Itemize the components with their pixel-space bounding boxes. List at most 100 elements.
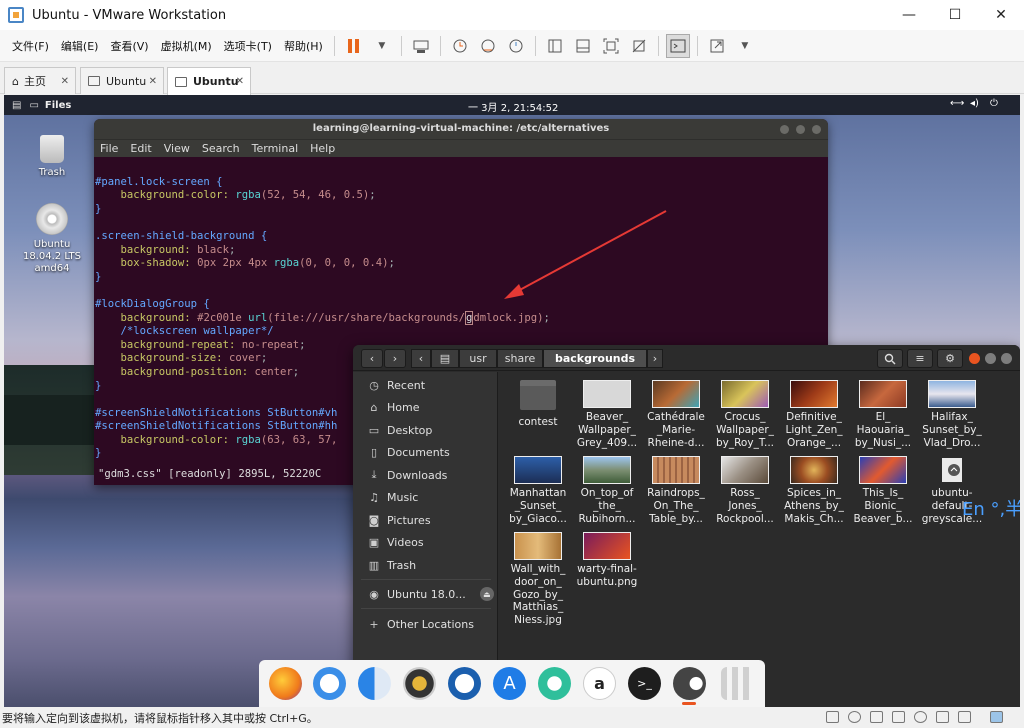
crumb-backgrounds[interactable]: backgrounds bbox=[543, 349, 647, 368]
close-window-icon[interactable] bbox=[969, 353, 980, 364]
view-list-button[interactable]: ≡ bbox=[907, 349, 933, 368]
file-item[interactable]: Cathédrale _Marie- Rheine-d... bbox=[643, 380, 709, 449]
terminal-menu-help[interactable]: Help bbox=[310, 142, 335, 155]
terminal-menu-view[interactable]: View bbox=[164, 142, 190, 155]
maximize-window-icon[interactable] bbox=[1001, 353, 1012, 364]
thumbnail-bar-icon[interactable] bbox=[571, 34, 595, 58]
activities-icon[interactable]: ▤ bbox=[12, 100, 21, 111]
back-button[interactable]: ‹ bbox=[361, 349, 383, 368]
file-item[interactable]: Raindrops_ On_The_ Table_by... bbox=[643, 456, 709, 525]
software-icon[interactable] bbox=[538, 667, 571, 700]
crumb-share[interactable]: share bbox=[497, 349, 543, 368]
terminal-menu-edit[interactable]: Edit bbox=[130, 142, 151, 155]
tab-home[interactable]: ⌂ 主页 ✕ bbox=[4, 67, 76, 94]
file-item[interactable]: Halifax_ Sunset_by_ Vlad_Dro... bbox=[919, 380, 985, 449]
maximize-icon[interactable] bbox=[796, 125, 805, 134]
file-item[interactable]: On_top_of _the_ Rubihorn... bbox=[574, 456, 640, 525]
topbar-volume-icon[interactable]: ◂) bbox=[970, 98, 979, 109]
ime-indicator[interactable]: En °,半 bbox=[962, 495, 1020, 521]
terminal-menu-file[interactable]: File bbox=[100, 142, 118, 155]
console-view-icon[interactable] bbox=[665, 33, 690, 58]
minimize-window-icon[interactable] bbox=[985, 353, 996, 364]
forward-button[interactable]: › bbox=[384, 349, 406, 368]
fit-guest-icon[interactable] bbox=[599, 34, 623, 58]
menu-vm[interactable]: 虚拟机(M) bbox=[155, 38, 218, 54]
sidebar-item-pictures[interactable]: ◙ Pictures bbox=[353, 510, 498, 530]
sound-card-icon[interactable] bbox=[914, 711, 927, 723]
file-item[interactable]: Beaver_ Wallpaper_ Grey_409... bbox=[574, 380, 640, 449]
close-icon[interactable]: ✕ bbox=[61, 76, 69, 87]
crumb-left-arrow[interactable]: ‹ bbox=[411, 349, 431, 368]
sidebar-item-home[interactable]: ⌂ Home bbox=[353, 397, 498, 417]
file-item[interactable]: This_Is_ Bionic_ Beaver_b... bbox=[850, 456, 916, 525]
close-icon[interactable]: ✕ bbox=[236, 76, 244, 87]
autofit-off-icon[interactable] bbox=[627, 34, 651, 58]
display-icon[interactable] bbox=[958, 711, 971, 723]
sidebar-toggle-icon[interactable] bbox=[543, 34, 567, 58]
close-icon[interactable]: ✕ bbox=[149, 76, 157, 87]
crumb-right-arrow[interactable]: › bbox=[647, 349, 663, 368]
sidebar-item-videos[interactable]: ▣ Videos bbox=[353, 532, 498, 552]
usb-controller-icon[interactable] bbox=[892, 711, 905, 723]
file-item[interactable]: warty-final- ubuntu.png bbox=[574, 532, 640, 589]
finder-icon[interactable] bbox=[358, 667, 391, 700]
chevron-down-icon[interactable]: ▼ bbox=[733, 34, 757, 58]
chevron-down-icon[interactable]: ▼ bbox=[370, 34, 394, 58]
eject-icon[interactable]: ⏏ bbox=[479, 587, 494, 601]
file-item[interactable]: Manhattan _Sunset_ by_Giaco... bbox=[505, 456, 571, 525]
vm-display[interactable]: ▤ ▭ Files 一 3月 2, 21:54:52 ⟷ ◂) ⏻ Trash … bbox=[4, 95, 1020, 707]
desktop-dvd[interactable]: Ubuntu 18.04.2 LTS amd64 bbox=[22, 203, 82, 275]
menu-tabs[interactable]: 选项卡(T) bbox=[218, 38, 278, 54]
menu-help[interactable]: 帮助(H) bbox=[278, 38, 329, 54]
menu-view[interactable]: 查看(V) bbox=[104, 38, 154, 54]
network-adapter-icon[interactable] bbox=[870, 711, 883, 723]
mail-client-icon[interactable] bbox=[313, 667, 346, 700]
show-applications-icon[interactable] bbox=[721, 667, 754, 700]
fullscreen-icon[interactable] bbox=[705, 34, 729, 58]
close-button[interactable]: ✕ bbox=[978, 0, 1024, 30]
sidebar-item-ubuntu-disc[interactable]: ◉ Ubuntu 18.0... ⏏ bbox=[353, 584, 498, 604]
message-log-icon[interactable] bbox=[990, 711, 1003, 723]
file-item[interactable]: Spices_in_ Athens_by_ Makis_Ch... bbox=[781, 456, 847, 525]
minimize-icon[interactable] bbox=[780, 125, 789, 134]
topbar-clock[interactable]: 一 3月 2, 21:54:52 bbox=[468, 99, 558, 114]
maximize-button[interactable]: ☐ bbox=[932, 0, 978, 30]
minimize-button[interactable]: — bbox=[886, 0, 932, 30]
pause-icon[interactable] bbox=[342, 34, 366, 58]
sidebar-item-recent[interactable]: ◷ Recent bbox=[353, 375, 498, 395]
file-item[interactable]: Definitive_ Light_Zen_ Orange_... bbox=[781, 380, 847, 449]
terminal-menu-search[interactable]: Search bbox=[202, 142, 240, 155]
hard-disk-icon[interactable] bbox=[826, 711, 839, 723]
close-icon[interactable] bbox=[812, 125, 821, 134]
rhythmbox-icon[interactable] bbox=[403, 667, 436, 700]
revert-snapshot-icon[interactable] bbox=[476, 34, 500, 58]
sidebar-item-documents[interactable]: ▯ Documents bbox=[353, 442, 498, 462]
topbar-network-icon[interactable]: ⟷ bbox=[950, 98, 964, 109]
printer-icon[interactable] bbox=[936, 711, 949, 723]
file-item[interactable]: Wall_with_ door_on_ Gozo_by_ Matthias_ N… bbox=[505, 532, 571, 627]
topbar-power-icon[interactable]: ⏻ bbox=[990, 98, 998, 109]
terminal-icon[interactable]: >_ bbox=[628, 667, 661, 700]
sidebar-item-desktop[interactable]: ▭ Desktop bbox=[353, 420, 498, 440]
snapshot-icon[interactable] bbox=[448, 34, 472, 58]
app-store-icon[interactable]: A bbox=[493, 667, 526, 700]
cd-dvd-icon[interactable] bbox=[848, 711, 861, 723]
sidebar-item-trash[interactable]: ▥ Trash bbox=[353, 555, 498, 575]
amazon-icon[interactable]: a bbox=[583, 667, 616, 700]
file-item[interactable]: Crocus_ Wallpaper_ by_Roy_T... bbox=[712, 380, 778, 449]
firefox-icon[interactable] bbox=[269, 667, 302, 700]
sidebar-item-music[interactable]: ♫ Music bbox=[353, 487, 498, 507]
sidebar-item-other-locations[interactable]: + Other Locations bbox=[353, 614, 498, 634]
sidebar-item-downloads[interactable]: ⤓ Downloads bbox=[353, 465, 498, 485]
settings-toggle-icon[interactable] bbox=[673, 667, 706, 700]
tab-ubuntu-1[interactable]: Ubuntu ✕ bbox=[80, 67, 164, 94]
topbar-app-name[interactable]: Files bbox=[45, 100, 71, 111]
send-keys-icon[interactable] bbox=[409, 34, 433, 58]
search-button[interactable] bbox=[877, 349, 903, 368]
menu-edit[interactable]: 编辑(E) bbox=[55, 38, 105, 54]
file-item[interactable]: contest bbox=[505, 380, 571, 429]
menu-file[interactable]: 文件(F) bbox=[6, 38, 55, 54]
menu-button[interactable]: ⚙ bbox=[937, 349, 963, 368]
terminal-menu-terminal[interactable]: Terminal bbox=[252, 142, 299, 155]
file-item[interactable]: Ross_ Jones_ Rockpool... bbox=[712, 456, 778, 525]
